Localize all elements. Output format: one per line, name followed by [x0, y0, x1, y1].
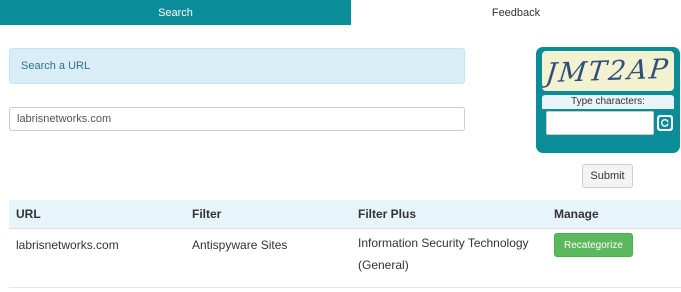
table-row: labrisnetworks.com Antispyware Sites Inf…	[9, 228, 681, 288]
column-header-filter: Filter	[185, 200, 351, 229]
captcha-image: JMT2AP	[542, 51, 674, 91]
tab-search[interactable]: Search	[0, 0, 351, 25]
captcha-panel: JMT2AP Type characters:	[536, 47, 680, 153]
cell-filter-plus: Information Security Technology (General…	[351, 228, 547, 288]
captcha-image-text: JMT2AP	[544, 53, 672, 89]
column-header-manage: Manage	[547, 200, 681, 229]
search-url-info-box: Search a URL	[9, 48, 465, 84]
cell-filter: Antispyware Sites	[185, 228, 351, 288]
tab-feedback[interactable]: Feedback	[351, 0, 681, 25]
column-header-filter-plus: Filter Plus	[351, 200, 547, 229]
tab-bar: Search Feedback	[0, 0, 681, 25]
results-table: URL Filter Filter Plus Manage labrisnetw…	[9, 200, 681, 288]
recategorize-button[interactable]: Recategorize	[554, 233, 633, 257]
captcha-label: Type characters:	[542, 95, 674, 109]
cell-url: labrisnetworks.com	[9, 228, 185, 288]
cell-manage: Recategorize	[547, 228, 681, 288]
submit-button[interactable]: Submit	[582, 164, 633, 188]
captcha-refresh-button[interactable]	[657, 115, 673, 131]
info-box-text: Search a URL	[21, 60, 91, 72]
captcha-input[interactable]	[546, 111, 654, 135]
url-input[interactable]	[9, 107, 465, 131]
refresh-icon	[659, 117, 671, 129]
table-header-row: URL Filter Filter Plus Manage	[9, 200, 681, 229]
column-header-url: URL	[9, 200, 185, 229]
